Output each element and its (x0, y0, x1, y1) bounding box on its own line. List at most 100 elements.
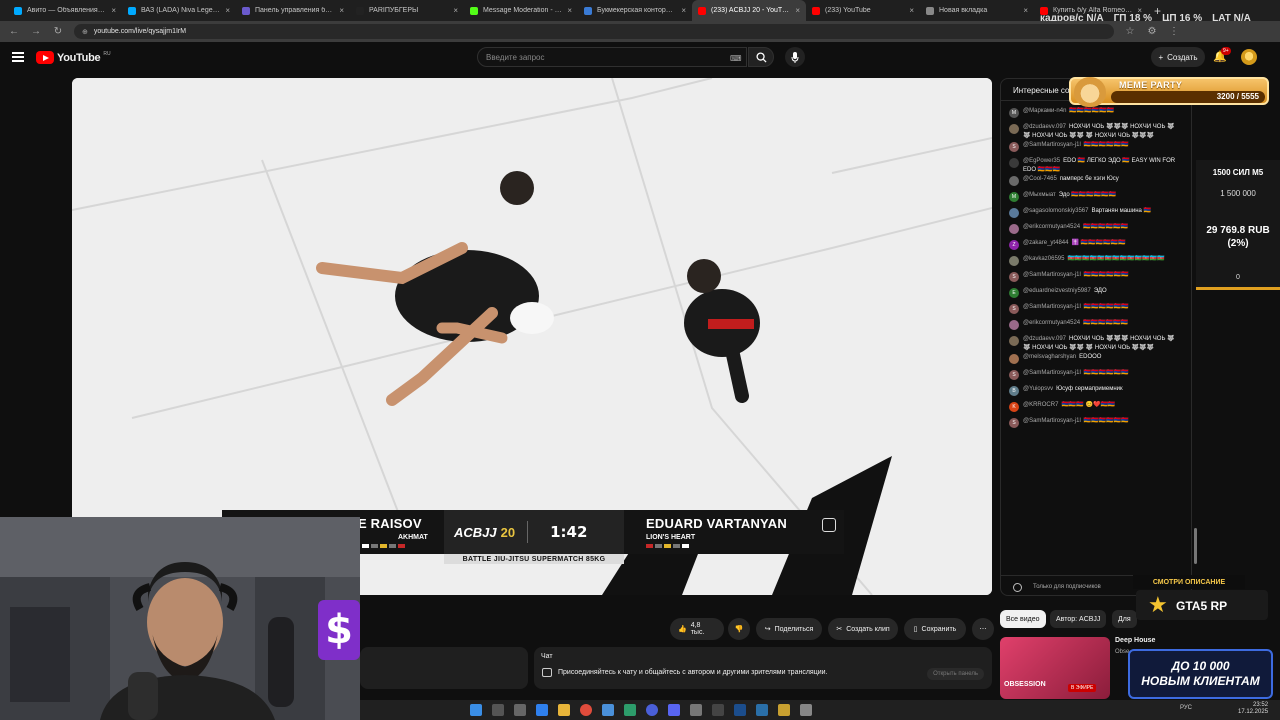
bookmark-star-icon[interactable]: ☆ (1124, 26, 1136, 37)
tab-close-icon[interactable]: × (111, 6, 116, 15)
tab-close-icon[interactable]: × (909, 6, 914, 15)
chat-avatar[interactable]: B (1009, 386, 1019, 396)
chat-avatar[interactable]: M (1009, 192, 1019, 202)
filter-author[interactable]: Автор: ACBJJ (1050, 610, 1107, 628)
recommended-video-thumbnail[interactable]: OBSESSION В ЭФИРЕ (1000, 637, 1110, 699)
chat-avatar[interactable]: S (1009, 418, 1019, 428)
chat-message[interactable]: M @Марками-n4n 🇦🇲🇦🇲🇦🇲🇦🇲🇦🇲🇦🇲 (1009, 106, 1181, 122)
app-icon-2[interactable] (624, 704, 636, 716)
chat-author[interactable]: @KRROCR7 (1023, 402, 1058, 408)
chat-message[interactable]: M @Мыхмыат Эдо 🇦🇲🇦🇲🇦🇲🇦🇲🇦🇲🇦🇲 (1009, 190, 1181, 206)
task-view-icon[interactable] (514, 704, 526, 716)
chat-author[interactable]: @SamMartirosyan-j1l (1023, 370, 1081, 376)
chat-avatar[interactable]: S (1009, 304, 1019, 314)
chat-message[interactable]: S @SamMartirosyan-j1l 🇦🇲🇦🇲🇦🇲🇦🇲🇦🇲🇦🇲 (1009, 416, 1181, 432)
chat-author[interactable]: @kavkaz06595 (1023, 256, 1064, 262)
description-panel[interactable] (360, 647, 528, 689)
browser-tab[interactable]: (233) ACBJJ 20 - YouTube × (692, 0, 806, 21)
chat-message[interactable]: @kavkaz06595 🇦🇿🇦🇿🇦🇿🇦🇿🇦🇿🇦🇿🇦🇿🇦🇿🇦🇿🇦🇿🇦🇿🇦🇿🇦🇿 (1009, 254, 1181, 270)
chat-author[interactable]: @sagasolomonskiy3567 (1023, 208, 1088, 214)
create-button[interactable]: + Создать (1151, 47, 1205, 67)
file-explorer-icon[interactable] (558, 704, 570, 716)
taskbar-search-icon[interactable] (492, 704, 504, 716)
chat-avatar[interactable]: S (1009, 142, 1019, 152)
browser-tab[interactable]: Новая вкладка × (920, 0, 1034, 21)
chat-message[interactable]: @dzudaevv.097 НОХЧИ ЧОЬ 🐺🐺🐺 НОХЧИ ЧОЬ 🐺🐺 … (1009, 334, 1181, 352)
chat-author[interactable]: @EgPower35 (1023, 158, 1060, 164)
browser-tab[interactable]: Message Moderation - Kick D × (464, 0, 578, 21)
chat-avatar[interactable]: Z (1009, 240, 1019, 250)
chat-avatar[interactable] (1009, 224, 1019, 234)
chat-message[interactable]: @erikcormutyan4524 🇦🇲🇦🇲🇦🇲🇦🇲🇦🇲🇦🇲 (1009, 318, 1181, 334)
browser-tab[interactable]: PARIПУБГЕРЫ × (350, 0, 464, 21)
browser-tab[interactable]: ВАЗ (LADA) Niva Legend Spor × (122, 0, 236, 21)
chat-avatar[interactable]: M (1009, 108, 1019, 118)
clock[interactable]: 23:52 17.12.2025 (1238, 702, 1268, 716)
browser-tab[interactable]: Букмекерская контора BetBo × (578, 0, 692, 21)
chat-message[interactable]: S @SamMartirosyan-j1l 🇦🇲🇦🇲🇦🇲🇦🇲🇦🇲🇦🇲 (1009, 302, 1181, 318)
chat-author[interactable]: @Мыхмыат (1023, 192, 1056, 198)
chat-author[interactable]: @Марками-n4n (1023, 108, 1066, 114)
chat-message[interactable]: @EgPower35 EDO 🇦🇲 ЛЕГКО ЭДО 🇦🇲 EASY WIN F… (1009, 156, 1181, 174)
url-field[interactable]: ⊕ youtube.com/live/qysajjm1IrM (74, 24, 1114, 39)
chat-avatar[interactable]: S (1009, 370, 1019, 380)
language-indicator[interactable]: РУС (1180, 705, 1192, 711)
like-button[interactable]: 👍 4,8 тыс. (670, 618, 724, 640)
create-clip-button[interactable]: ✂ Создать клип (828, 618, 898, 640)
site-info-icon[interactable]: ⊕ (82, 28, 88, 36)
tab-close-icon[interactable]: × (453, 6, 458, 15)
chat-message[interactable]: E @eduardneizvestniy5987 ЭДО (1009, 286, 1181, 302)
discord-icon[interactable] (668, 704, 680, 716)
browser-tab[interactable]: Авито — Объявления на сай × (8, 0, 122, 21)
menu-icon[interactable] (12, 52, 24, 62)
chat-author[interactable]: @erikcormutyan4524 (1023, 224, 1080, 230)
chat-scrollbar[interactable] (1194, 528, 1197, 564)
chat-avatar[interactable] (1009, 176, 1019, 186)
chrome-icon[interactable] (580, 704, 592, 716)
dislike-button[interactable]: 👎 (728, 618, 750, 640)
more-actions-button[interactable]: ⋯ (972, 618, 994, 640)
search-input[interactable]: Введите запрос (477, 47, 747, 67)
chat-author[interactable]: @melsvagharshyan (1023, 354, 1076, 360)
chat-message[interactable]: S @SamMartirosyan-j1l 🇦🇲🇦🇲🇦🇲🇦🇲🇦🇲🇦🇲 (1009, 270, 1181, 286)
back-icon[interactable]: ← (8, 26, 20, 37)
browser-tab[interactable]: (233) YouTube × (806, 0, 920, 21)
open-panel-button[interactable]: Открыть панель (927, 668, 984, 680)
app-icon-1[interactable] (602, 704, 614, 716)
browser-menu-icon[interactable]: ⋮ (1168, 26, 1180, 37)
chat-message[interactable]: @erikcormutyan4524 🇦🇲🇦🇲🇦🇲🇦🇲🇦🇲🇦🇲 (1009, 222, 1181, 238)
app-icon-3[interactable] (646, 704, 658, 716)
extensions-icon[interactable]: ⚙ (1146, 26, 1158, 37)
tab-close-icon[interactable]: × (1023, 6, 1028, 15)
chat-message[interactable]: @Cool-7465 памперс бе хэги Юсу (1009, 174, 1181, 190)
chat-author[interactable]: @SamMartirosyan-j1l (1023, 418, 1081, 424)
chat-message[interactable]: K @KRROCR7 🇦🇲🇦🇲🇦🇲 😊❤️🇦🇲🇦🇲 (1009, 400, 1181, 416)
chat-avatar[interactable] (1009, 208, 1019, 218)
chat-author[interactable]: @Cool-7465 (1023, 176, 1057, 182)
chat-message[interactable]: S @SamMartirosyan-j1l 🇦🇲🇦🇲🇦🇲🇦🇲🇦🇲🇦🇲 (1009, 368, 1181, 384)
tab-close-icon[interactable]: × (225, 6, 230, 15)
chat-author[interactable]: @Yuiopsvv (1023, 386, 1053, 392)
chat-message[interactable]: S @SamMartirosyan-j1l 🇦🇲🇦🇲🇦🇲🇦🇲🇦🇲🇦🇲 (1009, 140, 1181, 156)
tab-close-icon[interactable]: × (339, 6, 344, 15)
tab-close-icon[interactable]: × (795, 6, 800, 15)
chat-avatar[interactable] (1009, 124, 1019, 134)
share-button[interactable]: ↪ Поделиться (756, 618, 822, 640)
chat-author[interactable]: @SamMartirosyan-j1l (1023, 272, 1081, 278)
voice-search-button[interactable] (785, 47, 805, 67)
reload-icon[interactable]: ↻ (52, 26, 64, 37)
chat-avatar[interactable] (1009, 158, 1019, 168)
filter-all-videos[interactable]: Все видео (1000, 610, 1046, 628)
chat-avatar[interactable]: E (1009, 288, 1019, 298)
chat-avatar[interactable] (1009, 320, 1019, 330)
chat-message[interactable]: @melsvagharshyan EDOOO (1009, 352, 1181, 368)
chat-avatar[interactable] (1009, 336, 1019, 346)
chat-message[interactable]: @dzudaevv.097 НОХЧИ ЧОЬ 🐺🐺🐺 НОХЧИ ЧОЬ 🐺🐺 … (1009, 122, 1181, 140)
app-icon-7[interactable] (778, 704, 790, 716)
chat-author[interactable]: @eduardneizvestniy5987 (1023, 288, 1091, 294)
forward-icon[interactable]: → (30, 26, 42, 37)
app-icon-4[interactable] (690, 704, 702, 716)
chat-avatar[interactable] (1009, 354, 1019, 364)
chat-author[interactable]: @SamMartirosyan-j1l (1023, 304, 1081, 310)
chat-author[interactable]: @dzudaevv.097 (1023, 124, 1066, 130)
